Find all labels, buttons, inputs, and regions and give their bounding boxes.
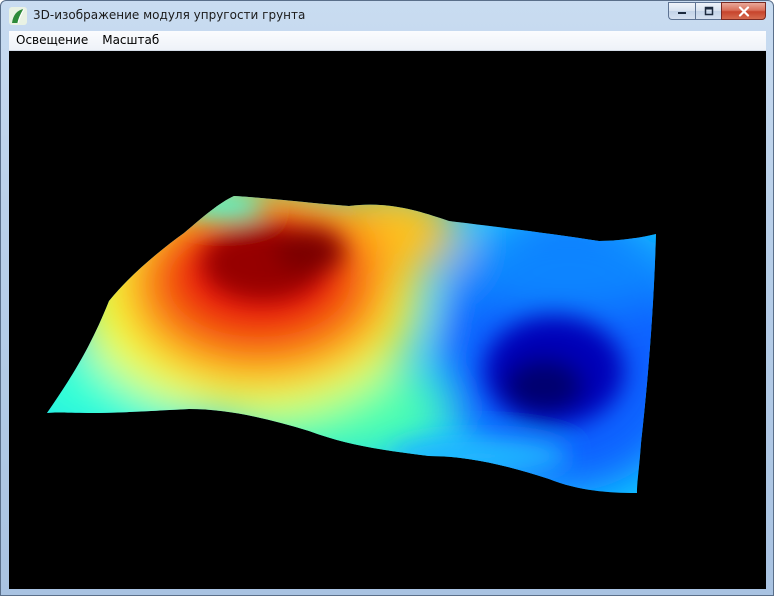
window-title: 3D-изображение модуля упругости грунта	[33, 8, 306, 22]
3d-viewport[interactable]	[9, 51, 766, 589]
title-bar[interactable]: 3D-изображение модуля упругости грунта	[1, 1, 773, 31]
menu-bar: Освещение Масштаб	[9, 31, 766, 51]
app-window: 3D-изображение модуля упругости грунта О…	[0, 0, 774, 596]
minimize-button[interactable]	[668, 2, 695, 20]
surface-render	[47, 196, 656, 493]
caption-buttons	[668, 2, 766, 21]
close-icon	[738, 5, 749, 17]
maximize-icon	[704, 6, 713, 16]
app-leaf-icon[interactable]	[9, 7, 27, 25]
minimize-icon	[678, 12, 686, 14]
menu-item-lighting[interactable]: Освещение	[9, 31, 95, 50]
restore-button[interactable]	[695, 2, 721, 20]
close-button[interactable]	[721, 2, 766, 20]
menu-item-scale[interactable]: Масштаб	[95, 31, 166, 50]
